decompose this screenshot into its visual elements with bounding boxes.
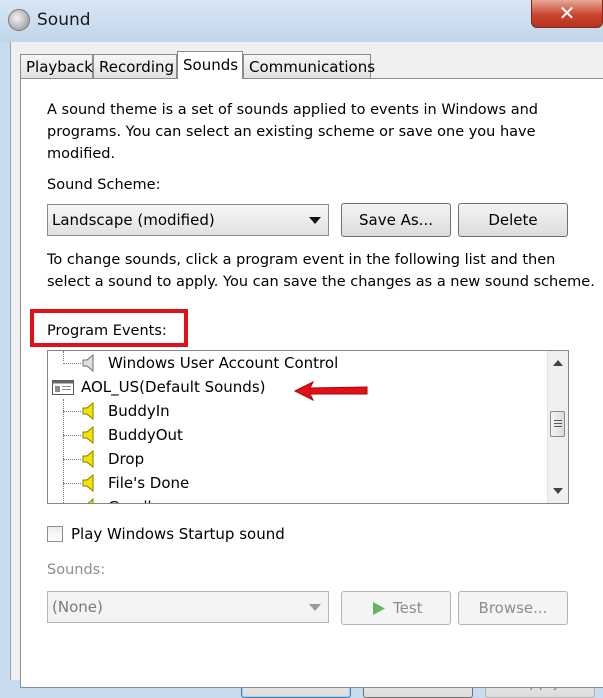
browse-button[interactable]: Browse... [458,591,568,625]
event-label: BuddyIn [108,402,170,420]
intro-text-line-2: programs. You can select an existing sch… [47,124,536,140]
tree-line [63,435,81,436]
tree-line [63,411,81,412]
speaker-yellow-icon [82,402,94,420]
app-window-icon [52,380,74,395]
speaker-yellow-icon [82,426,94,444]
event-label: File's Done [108,474,190,492]
tree-line [63,363,81,364]
sounds-select[interactable]: (None) [47,591,329,623]
close-button[interactable]: ✕ [531,0,603,28]
dialog-client: Playback Recording Sounds Communications… [10,42,603,698]
grip-line [554,423,562,424]
chevron-down-icon [309,217,321,224]
sounds-value: (None) [52,598,103,616]
tab-playback[interactable]: Playback [20,54,93,78]
startup-sound-checkbox[interactable] [47,526,63,542]
test-label: Test [393,599,423,617]
delete-button[interactable]: Delete [458,203,568,237]
sounds-tab-panel: A sound theme is a set of sounds applied… [20,78,603,688]
grip-line [554,420,562,421]
sound-scheme-select[interactable]: Landscape (modified) [47,204,329,236]
tree-line [63,399,64,503]
window-title: Sound [37,10,91,30]
event-group-label: AOL_US(Default Sounds) [81,378,266,396]
tree-line [63,351,64,361]
speaker-yellow-icon [82,474,94,492]
sound-scheme-label: Sound Scheme: [47,177,161,193]
sounds-label: Sounds: [47,562,106,578]
red-arrow-annotation-icon [293,380,368,402]
event-label: Drop [108,450,145,468]
sound-scheme-value: Landscape (modified) [52,211,215,229]
change-text-line-1: To change sounds, click a program event … [47,252,556,268]
list-scrollbar[interactable] [547,351,568,503]
tree-line [63,459,81,460]
title-bar: Sound ✕ [0,0,603,42]
speaker-grey-icon [82,354,94,372]
play-icon [373,602,385,615]
tab-communications[interactable]: Communications [243,54,375,78]
grip-line [554,426,562,427]
speaker-yellow-icon [82,450,94,468]
intro-text-line-1: A sound theme is a set of sounds applied… [47,102,538,118]
save-as-button[interactable]: Save As... [341,203,451,237]
speaker-yellow-icon [87,498,94,503]
program-events-label: Program Events: [47,323,167,339]
sound-app-icon [8,9,30,31]
change-text-line-2: select a sound to apply. You can save th… [47,274,595,290]
tab-recording[interactable]: Recording [93,54,177,78]
event-label: BuddyOut [108,426,183,444]
intro-text-line-3: modified. [47,146,116,162]
scroll-down-arrow-icon[interactable] [553,488,563,494]
test-button[interactable]: Test [341,591,451,625]
tab-sounds[interactable]: Sounds [177,51,243,79]
tree-line [63,483,81,484]
chevron-down-icon [309,604,321,611]
program-events-list[interactable]: Windows User Account Control AOL_US(Defa… [47,350,569,504]
event-label: Goodbye [108,495,175,503]
event-label: Windows User Account Control [108,354,339,372]
startup-sound-label: Play Windows Startup sound [71,525,285,543]
scroll-thumb[interactable] [550,411,565,437]
scroll-up-arrow-icon[interactable] [553,360,563,366]
